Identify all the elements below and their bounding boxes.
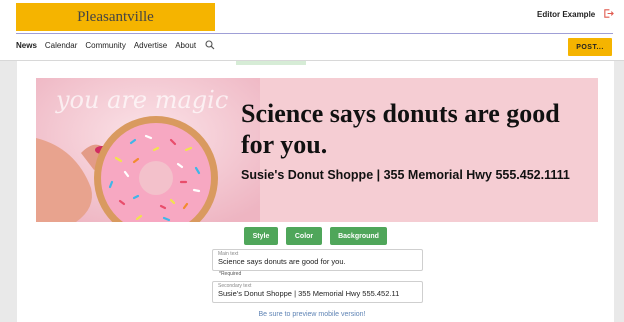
main-nav: News Calendar Community Advertise About <box>16 40 215 50</box>
donut-photo: you are magic <box>36 78 260 222</box>
nav-item-about[interactable]: About <box>175 41 196 50</box>
required-note: *Required <box>219 271 242 277</box>
logout-icon[interactable] <box>603 8 614 19</box>
nav-item-news[interactable]: News <box>16 41 37 50</box>
neon-text: you are magic <box>55 86 228 114</box>
background-button[interactable]: Background <box>330 227 387 245</box>
main-text-input[interactable]: Science says donuts are good for you. <box>218 257 346 266</box>
style-button[interactable]: Style <box>244 227 278 245</box>
main-text-field[interactable]: Main text Science says donuts are good f… <box>212 249 423 271</box>
site-logo[interactable]: Pleasantville <box>16 3 215 31</box>
ad-headline: Science says donuts are good for you. <box>241 99 560 159</box>
search-icon[interactable] <box>205 40 215 50</box>
progress-tab <box>236 61 306 65</box>
nav-item-advertise[interactable]: Advertise <box>134 41 167 50</box>
color-button[interactable]: Color <box>286 227 322 245</box>
site-header: Pleasantville Editor Example News Calend… <box>0 0 624 61</box>
ad-secondary-text: Susie's Donut Shoppe | 355 Memorial Hwy … <box>241 168 570 182</box>
donut-image: you are magic <box>36 78 260 222</box>
header-divider <box>16 33 613 34</box>
post-button[interactable]: POST... <box>568 38 612 56</box>
mobile-preview-hint: Be sure to preview mobile version! <box>258 311 366 318</box>
editor-name[interactable]: Editor Example <box>537 10 595 19</box>
secondary-text-input[interactable]: Susie's Donut Shoppe | 355 Memorial Hwy … <box>218 289 399 298</box>
nav-item-community[interactable]: Community <box>85 41 125 50</box>
secondary-text-field[interactable]: Secondary text Susie's Donut Shoppe | 35… <box>212 281 423 303</box>
nav-item-calendar[interactable]: Calendar <box>45 41 77 50</box>
